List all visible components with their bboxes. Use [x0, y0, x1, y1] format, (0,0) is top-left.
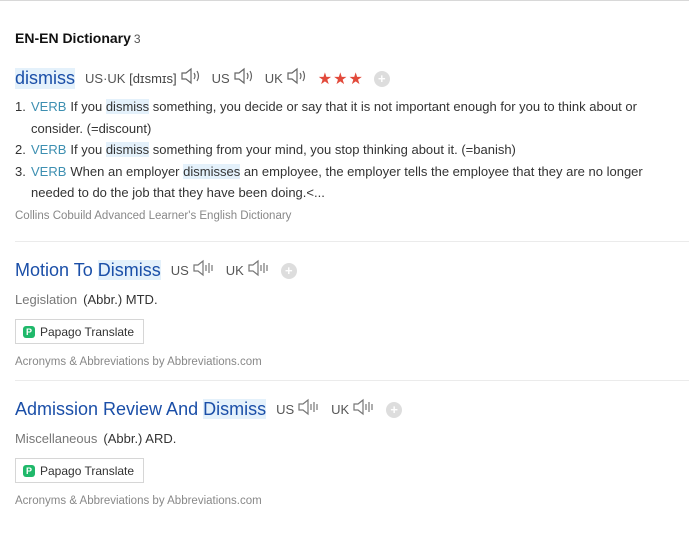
pron-usuk-label: US·UK — [85, 71, 126, 86]
speaker-uk-icon[interactable] — [247, 259, 271, 282]
part-of-speech: VERB — [31, 142, 67, 157]
entry-divider — [15, 241, 689, 242]
pron-uk-label: UK — [264, 71, 283, 86]
source-label: Acronyms & Abbreviations by Abbreviation… — [15, 495, 262, 507]
entry-header: dismiss US·UK [dɪsmɪs] US UK ★★★ + — [15, 67, 689, 90]
speaker-uk-icon[interactable] — [286, 67, 308, 90]
speaker-icon[interactable] — [180, 67, 202, 90]
entry-motion-to-dismiss: Motion To Dismiss US UK + Legislation (Ab… — [15, 259, 689, 368]
papago-translate-button[interactable]: P Papago Translate — [15, 319, 145, 344]
section-title: EN-EN Dictionary 3 — [15, 30, 141, 46]
headword-text: Motion To — [15, 260, 98, 280]
category-label: Miscellaneous — [15, 431, 98, 446]
add-wordbook-icon[interactable]: + — [280, 262, 297, 279]
abbreviation-text: (Abbr.) MTD. — [83, 292, 158, 307]
pron-usuk: US·UK [dɪsmɪs] — [85, 71, 177, 86]
result-count: 3 — [133, 32, 141, 46]
headword-link[interactable]: Motion To Dismiss — [15, 260, 161, 281]
papago-label: Papago Translate — [40, 324, 135, 339]
def-text: When an employer — [70, 163, 184, 179]
def-highlight: dismiss — [105, 99, 150, 114]
def-highlight: dismiss — [105, 142, 150, 157]
add-wordbook-icon[interactable]: + — [386, 401, 403, 418]
entry-dismiss: dismiss US·UK [dɪsmɪs] US UK ★★★ + 1. VER… — [15, 67, 689, 222]
top-divider — [0, 0, 689, 1]
headword-link[interactable]: dismiss — [15, 68, 76, 89]
entry-divider — [15, 380, 689, 381]
entry-admission-review-and-dismiss: Admission Review And Dismiss US UK + Mis… — [15, 398, 689, 507]
pron-us-label: US — [276, 402, 295, 417]
category-label: Legislation — [15, 292, 78, 307]
source-label: Acronyms & Abbreviations by Abbreviation… — [15, 356, 262, 368]
source-label: Collins Cobuild Advanced Learner's Engli… — [15, 209, 292, 222]
definitions-list: 1. VERB If you dismiss something, you deci… — [15, 96, 689, 204]
abbreviation-text: (Abbr.) ARD. — [103, 431, 177, 446]
pron-uk-label: UK — [225, 263, 244, 278]
speaker-uk-icon[interactable] — [352, 398, 376, 421]
headword-link[interactable]: Admission Review And Dismiss — [15, 399, 267, 420]
ipa-text: [dɪsmɪs] — [129, 71, 177, 86]
speaker-us-icon[interactable] — [192, 259, 216, 282]
definition-item: 1. VERB If you dismiss something, you deci… — [15, 96, 689, 139]
def-highlight: dismisses — [183, 163, 241, 179]
def-text: If you — [70, 99, 106, 114]
pron-us-label: US — [211, 71, 230, 86]
papago-translate-button[interactable]: P Papago Translate — [15, 458, 145, 483]
papago-icon: P — [23, 464, 35, 477]
speaker-us-icon[interactable] — [297, 398, 321, 421]
definition-item: 3. VERB When an employer dismisses an empl… — [15, 161, 689, 204]
rating-stars: ★★★ — [317, 70, 364, 88]
part-of-speech: VERB — [31, 163, 67, 179]
section-title-text: EN-EN Dictionary — [15, 30, 131, 46]
headword-highlight: Dismiss — [203, 399, 267, 419]
papago-label: Papago Translate — [40, 463, 135, 478]
headword-text: Admission Review And — [15, 399, 204, 419]
def-number: 1. — [15, 99, 26, 114]
entry-header: Motion To Dismiss US UK + — [15, 259, 689, 282]
category-row: Miscellaneous (Abbr.) ARD. — [15, 431, 689, 446]
speaker-us-icon[interactable] — [233, 67, 255, 90]
def-number: 3. — [15, 163, 26, 179]
definition-item: 2. VERB If you dismiss something from your… — [15, 139, 689, 161]
part-of-speech: VERB — [31, 99, 67, 114]
pron-us-label: US — [170, 263, 189, 278]
category-row: Legislation (Abbr.) MTD. — [15, 292, 689, 307]
def-text: something from your mind, you stop think… — [149, 142, 516, 157]
add-wordbook-icon[interactable]: + — [373, 70, 390, 87]
papago-icon: P — [23, 325, 35, 338]
entry-header: Admission Review And Dismiss US UK + — [15, 398, 689, 421]
def-number: 2. — [15, 142, 26, 157]
pron-uk-label: UK — [331, 402, 350, 417]
def-text: If you — [70, 142, 106, 157]
headword-highlight: Dismiss — [97, 260, 161, 280]
